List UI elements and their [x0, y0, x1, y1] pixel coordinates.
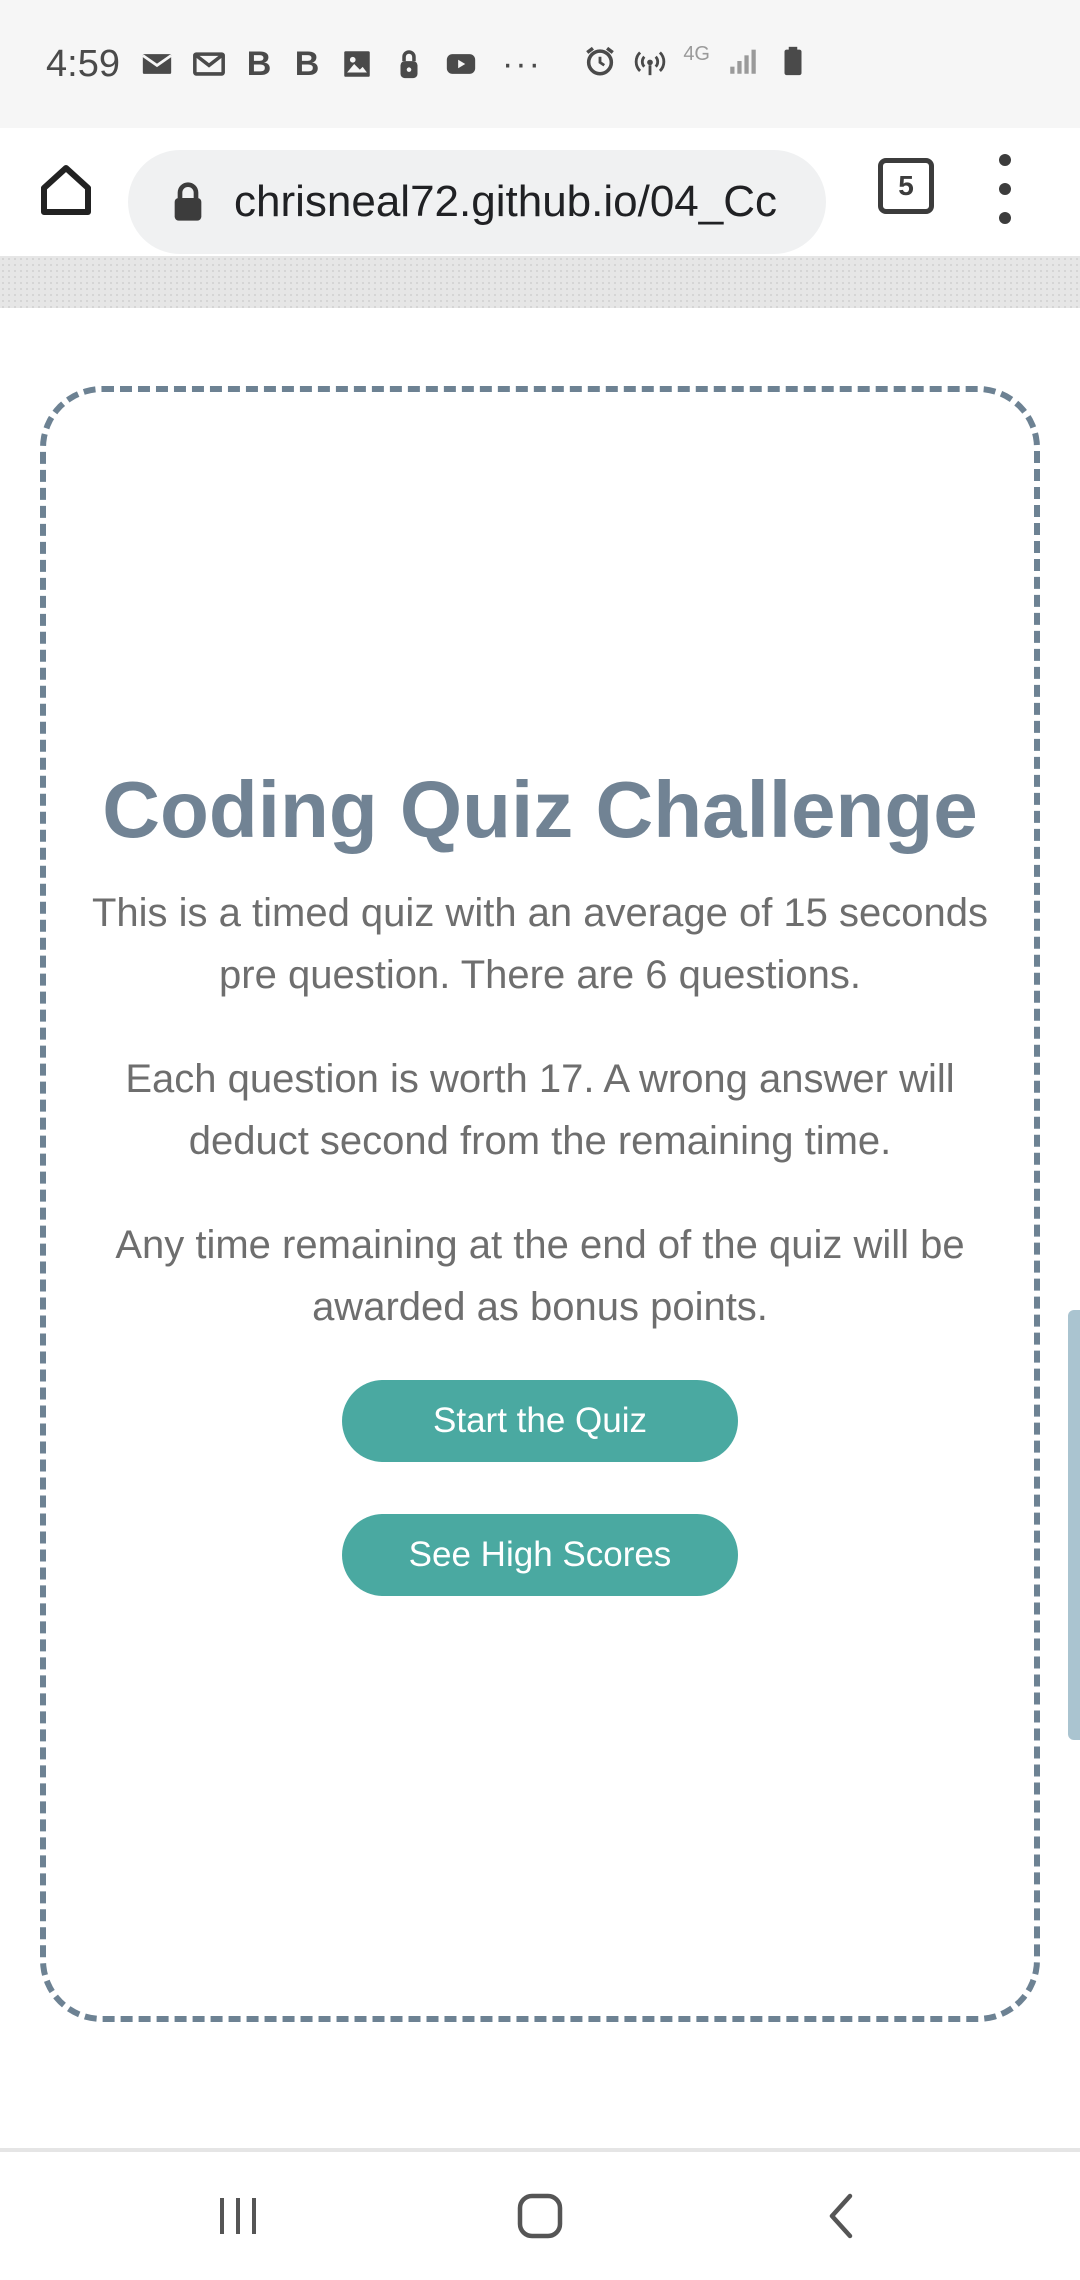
high-scores-button[interactable]: See High Scores [342, 1514, 738, 1596]
back-icon[interactable] [812, 2186, 872, 2246]
bold-b-icon: B [246, 44, 272, 83]
quiz-bonus-info: Any time remaining at the end of the qui… [115, 1223, 965, 1329]
tab-switcher-button[interactable]: 5 [878, 158, 934, 214]
quiz-description: This is a timed quiz with an average of … [91, 891, 989, 997]
alarm-icon [583, 44, 617, 78]
address-bar[interactable]: chrisneal72.github.io/04_Cc [128, 150, 826, 254]
signal-icon [726, 44, 760, 78]
tab-count: 5 [898, 170, 914, 201]
quiz-content: Coding Quiz Challenge This is a timed qu… [46, 762, 1034, 1596]
start-quiz-button[interactable]: Start the Quiz [342, 1380, 738, 1462]
browser-toolbar: chrisneal72.github.io/04_Cc 5 [0, 128, 1080, 256]
menu-dot [999, 154, 1011, 166]
gmail-icon [192, 47, 226, 81]
navigation-bar [0, 2152, 1080, 2280]
recent-apps-icon[interactable] [208, 2186, 268, 2246]
mail-icon [140, 47, 174, 81]
image-icon [340, 47, 374, 81]
home-icon[interactable] [34, 158, 98, 222]
scrollbar[interactable] [1068, 1310, 1080, 1740]
quiz-title: Coding Quiz Challenge [102, 765, 978, 854]
quiz-scoring-rules: Each question is worth 17. A wrong answe… [125, 1057, 955, 1163]
hotspot-icon [633, 44, 667, 78]
menu-dot [999, 183, 1011, 195]
menu-dot [999, 212, 1011, 224]
notification-icons: B B ··· [140, 45, 542, 84]
youtube-icon [444, 47, 478, 81]
url-text[interactable]: chrisneal72.github.io/04_Cc [234, 177, 794, 227]
more-notifications-icon: ··· [501, 44, 542, 83]
status-time: 4:59 [46, 42, 120, 85]
battery-icon [776, 44, 810, 78]
status-bar: 4:59 B B ··· 4G [0, 0, 1080, 128]
network-4g-icon: 4G [683, 42, 710, 65]
screen: 4:59 B B ··· 4G chrisneal72.github.io/04… [0, 0, 1080, 2280]
bold-b-icon: B [294, 44, 320, 83]
browser-menu-button[interactable] [980, 154, 1030, 224]
system-icons: 4G [583, 42, 810, 78]
lock-icon [174, 182, 202, 221]
home-nav-icon[interactable] [510, 2186, 570, 2246]
page-header-strip [0, 256, 1080, 308]
lock-notification-icon [392, 47, 426, 81]
quiz-card: Coding Quiz Challenge This is a timed qu… [40, 386, 1040, 2022]
